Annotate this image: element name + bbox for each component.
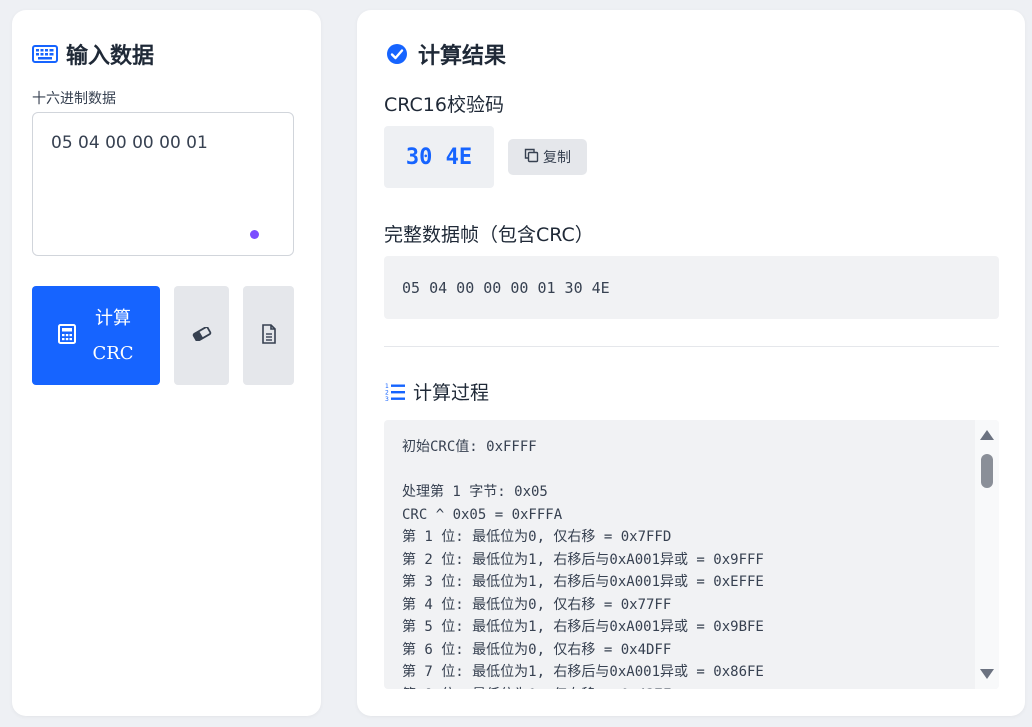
process-title: 1 2 3 计算过程 xyxy=(384,378,489,405)
process-log-content: 初始CRC值: 0xFFFF 处理第 1 字节: 0x05 CRC ^ 0x05 =… xyxy=(402,436,972,689)
calculate-button-label-line1: 计算 xyxy=(94,307,131,329)
process-log-line: 第 4 位: 最低位为0, 仅右移 = 0x77FF xyxy=(402,596,672,613)
check-circle-icon xyxy=(384,41,410,67)
process-log-line: 第 7 位: 最低位为1, 右移后与0xA001异或 = 0x86FE xyxy=(402,664,764,680)
copy-button[interactable]: 复制 xyxy=(508,139,587,175)
process-title-text: 计算过程 xyxy=(413,382,490,404)
process-log-line: CRC ^ 0x05 = 0xFFFA xyxy=(402,506,563,523)
process-log-line: 第 1 位: 最低位为0, 仅右移 = 0x7FFD xyxy=(402,529,672,545)
process-log-line: 第 8 位: 最低位为0, 仅右移 = 0x437F xyxy=(402,684,972,690)
process-log-line: 第 2 位: 最低位为1, 右移后与0xA001异或 = 0x9FFF xyxy=(402,551,764,568)
keyboard-icon xyxy=(32,41,58,67)
copy-button-label: 复制 xyxy=(543,150,571,166)
input-panel-title-text: 输入数据 xyxy=(66,44,155,69)
calculate-crc-button[interactable]: 计算 CRC xyxy=(32,286,160,385)
calculator-icon xyxy=(58,324,77,347)
input-panel: 输入数据 十六进制数据 计算 CRC xyxy=(12,10,321,716)
document-icon xyxy=(261,324,277,347)
process-log-line: 处理第 1 字节: 0x05 xyxy=(402,484,548,500)
result-panel-title-text: 计算结果 xyxy=(418,44,507,69)
process-log-line xyxy=(402,459,972,482)
crc-value: 30 4E xyxy=(384,126,494,188)
process-log-line: 第 5 位: 最低位为1, 右移后与0xA001异或 = 0x9BFE xyxy=(402,619,764,635)
copy-icon xyxy=(524,148,543,167)
scroll-thumb[interactable] xyxy=(981,454,993,488)
full-frame-label: 完整数据帧（包含CRC） xyxy=(384,224,594,246)
clear-button[interactable] xyxy=(174,286,229,385)
hex-data-label: 十六进制数据 xyxy=(32,91,116,107)
process-log-line: 初始CRC值: 0xFFFF xyxy=(402,439,537,455)
process-log[interactable]: 初始CRC值: 0xFFFF 处理第 1 字节: 0x05 CRC ^ 0x05 =… xyxy=(384,420,999,689)
calculate-button-label-line2: CRC xyxy=(92,342,134,364)
process-log-line: 第 3 位: 最低位为1, 右移后与0xA001异或 = 0xEFFE xyxy=(402,574,764,590)
input-panel-title: 输入数据 xyxy=(32,38,154,70)
textarea-resize-handle[interactable] xyxy=(250,230,259,239)
result-panel: 计算结果 CRC16校验码 30 4E 复制 完整数据帧（包含CRC） 05 0… xyxy=(357,10,1025,716)
scroll-up-arrow-icon[interactable] xyxy=(980,430,994,440)
result-panel-title: 计算结果 xyxy=(384,38,506,70)
scroll-down-arrow-icon[interactable] xyxy=(980,669,994,679)
process-log-line: 第 6 位: 最低位为0, 仅右移 = 0x4DFF xyxy=(402,641,672,658)
crc-code-label: CRC16校验码 xyxy=(384,94,504,116)
svg-text:3: 3 xyxy=(385,396,389,402)
eraser-icon xyxy=(192,326,212,344)
sample-data-button[interactable] xyxy=(243,286,294,385)
full-frame-value: 05 04 00 00 00 01 30 4E xyxy=(384,256,999,319)
list-ordered-icon: 1 2 3 xyxy=(384,381,406,403)
section-divider xyxy=(384,346,999,347)
process-scrollbar[interactable] xyxy=(975,420,999,689)
